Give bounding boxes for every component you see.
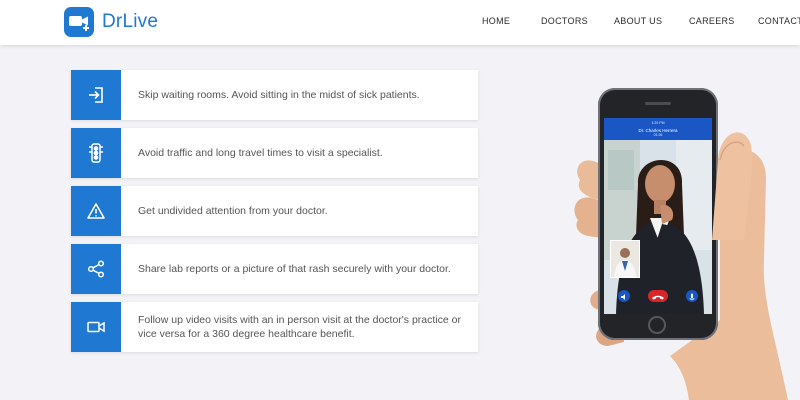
nav-home[interactable]: HOME <box>482 16 510 26</box>
feature-text: Avoid traffic and long travel times to v… <box>138 147 383 159</box>
phone-illustration: 1:29 PM Dr. Charles Herrera 01:26 <box>560 80 800 400</box>
site-header: DrLive HOME DOCTORS ABOUT US CAREERS CON… <box>0 0 800 45</box>
home-button[interactable] <box>648 316 666 334</box>
feature-text: Get undivided attention from your doctor… <box>138 205 328 217</box>
warning-triangle-icon <box>71 186 121 236</box>
thumb <box>712 132 753 240</box>
end-call-button[interactable] <box>648 290 668 302</box>
feature-item: Share lab reports or a picture of that r… <box>71 244 478 294</box>
feature-item: Skip waiting rooms. Avoid sitting in the… <box>71 70 478 120</box>
nav-doctors[interactable]: DOCTORS <box>541 16 588 26</box>
main-nav: HOME DOCTORS ABOUT US CAREERS CONTACT U <box>0 16 800 30</box>
self-view-thumbnail <box>610 240 640 278</box>
hang-up-icon <box>652 295 664 300</box>
feature-item: Follow up video visits with an in person… <box>71 302 478 352</box>
nav-about-us[interactable]: ABOUT US <box>614 16 662 26</box>
feature-text: Share lab reports or a picture of that r… <box>138 263 451 275</box>
nav-careers[interactable]: CAREERS <box>689 16 735 26</box>
sign-in-icon <box>71 70 121 120</box>
nav-contact-us[interactable]: CONTACT U <box>758 16 800 26</box>
microphone-icon <box>689 293 695 300</box>
mute-button[interactable] <box>618 290 630 302</box>
speaker-icon <box>621 294 625 300</box>
camera-button[interactable] <box>686 290 698 302</box>
phone-speaker <box>645 102 671 105</box>
share-icon <box>71 244 121 294</box>
feature-text: Follow up video visits with an in person… <box>138 314 461 340</box>
feature-text: Skip waiting rooms. Avoid sitting in the… <box>138 89 420 101</box>
feature-item: Get undivided attention from your doctor… <box>71 186 478 236</box>
traffic-light-icon <box>71 128 121 178</box>
video-camera-icon <box>71 302 121 352</box>
call-controls <box>604 286 712 308</box>
feature-item: Avoid traffic and long travel times to v… <box>71 128 478 178</box>
